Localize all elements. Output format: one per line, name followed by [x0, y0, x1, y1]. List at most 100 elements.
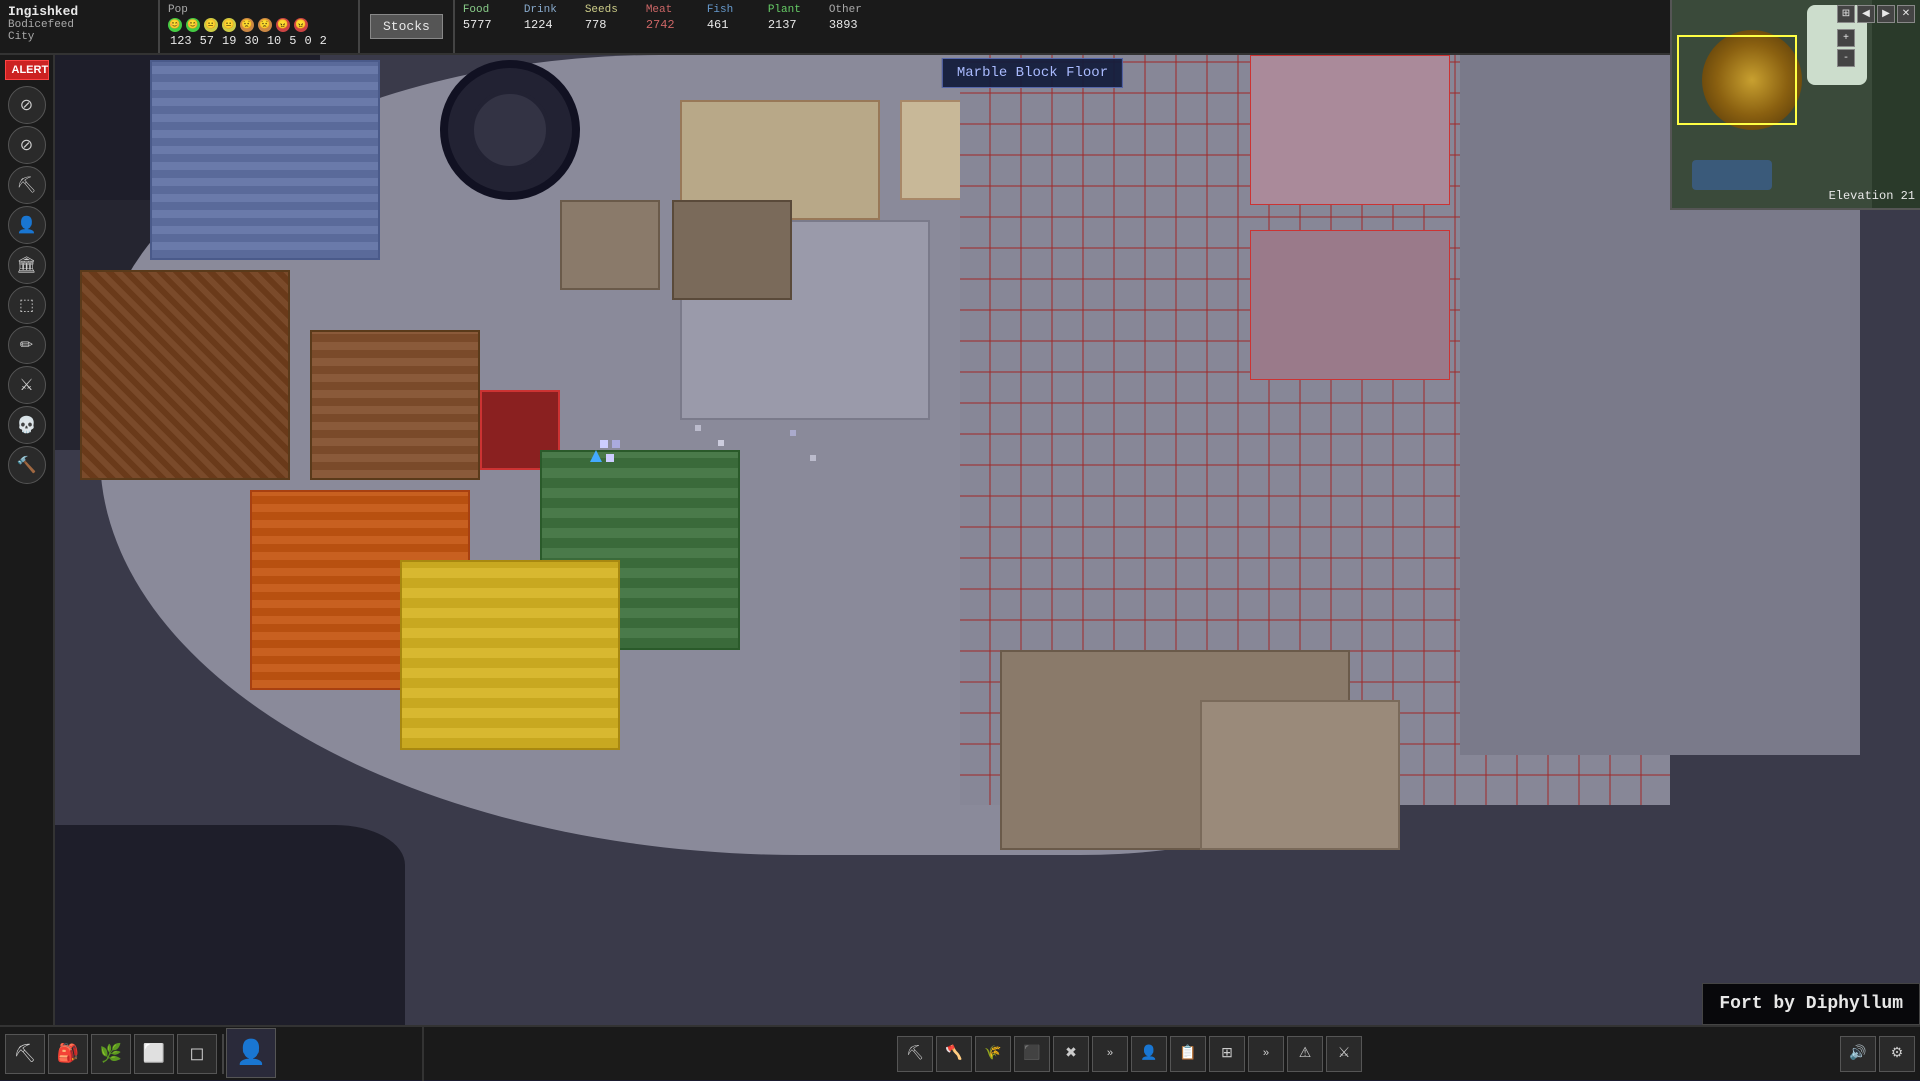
top-hud: Ingishked Bodicefeed City Pop 😊 😊 😐 😐 😟 … — [0, 0, 1920, 55]
zoom-in-btn[interactable]: + — [1837, 29, 1855, 47]
sidebar-designate[interactable]: ✏ — [8, 326, 46, 364]
pop-icon-5: 😟 — [240, 18, 254, 32]
pop-num-2: 57 — [200, 34, 214, 48]
block-icon: ⬜ — [143, 1043, 165, 1065]
elevation-display: Elevation 21 — [1829, 189, 1915, 203]
fort-name: Ingishked — [8, 4, 150, 19]
bldg-lower-right2 — [1200, 700, 1400, 850]
alert-tool-btn[interactable]: ⚠ — [1287, 1036, 1323, 1072]
grid-btn[interactable]: ⊞ — [1209, 1036, 1245, 1072]
minimap-top-controls: ⊞ ◀ ▶ ✕ — [1837, 5, 1915, 23]
br-tool-1-icon: 🔊 — [1849, 1045, 1866, 1062]
plant-label: Plant — [768, 4, 813, 16]
dwarf-portrait-icon: 👤 — [236, 1038, 266, 1068]
fort-credit-text: Fort by Diphyllum — [1719, 994, 1903, 1014]
pop-num-1: 123 — [170, 34, 192, 48]
center-tool-4[interactable]: ⬛ — [1014, 1036, 1050, 1072]
zone-gold-fields — [400, 560, 620, 750]
portrait-tool-btn[interactable]: 👤 — [1131, 1036, 1167, 1072]
zone-brown-sw — [80, 270, 290, 480]
no-symbol-icon-1: ⊘ — [20, 95, 33, 115]
bottom-center-tools: ⛏ 🪓 🌾 ⬛ ✖ » 👤 📋 ⊞ » ⚠ — [424, 1036, 1835, 1072]
minimap-close-btn[interactable]: ✕ — [1897, 5, 1915, 23]
sidebar-workshop[interactable]: 🔨 — [8, 446, 46, 484]
zoom-out-btn[interactable]: - — [1837, 49, 1855, 67]
minimap-grid-btn[interactable]: ⊞ — [1837, 5, 1855, 23]
stocks-section[interactable]: Stocks — [360, 0, 455, 53]
no-symbol-icon-2: ⊘ — [20, 135, 33, 155]
br-tool-1[interactable]: 🔊 — [1840, 1036, 1876, 1072]
sidebar-military[interactable]: ⚔ — [8, 366, 46, 404]
pop-values-row: 😊 😊 😐 😐 😟 😟 😠 😠 — [168, 18, 350, 32]
minimap-prev-btn[interactable]: ◀ — [1857, 5, 1875, 23]
pop-icon-2: 😊 — [186, 18, 200, 32]
sidebar-units[interactable]: 👤 — [8, 206, 46, 244]
food-label: Food — [463, 4, 508, 16]
sidebar-dead[interactable]: 💀 — [8, 406, 46, 444]
tool-block-btn[interactable]: ⬜ — [134, 1034, 174, 1074]
game-map[interactable] — [0, 0, 1920, 1080]
pop-num-7: 0 — [304, 34, 311, 48]
center-tool-3[interactable]: 🌾 — [975, 1036, 1011, 1072]
fort-class: City — [8, 31, 150, 43]
center-tool-2[interactable]: 🪓 — [936, 1036, 972, 1072]
center-tool-5[interactable]: ✖ — [1053, 1036, 1089, 1072]
pop-num-6: 5 — [289, 34, 296, 48]
tool-portrait-area: 👤 — [224, 1026, 424, 1081]
resource-labels: Food Drink Seeds Meat Fish Plant Other — [463, 4, 1760, 16]
workshop-center2 — [672, 200, 792, 300]
sidebar-buildings[interactable]: 🏛 — [8, 246, 46, 284]
center-tool-1[interactable]: ⛏ — [897, 1036, 933, 1072]
tool-pack-btn[interactable]: 🎒 — [48, 1034, 88, 1074]
tool-nature-btn[interactable]: 🌿 — [91, 1034, 131, 1074]
bottom-right-tools: 🔊 ⚙ — [1835, 1036, 1920, 1072]
unit-7 — [810, 455, 816, 461]
pickaxe-icon: ⛏ — [14, 1043, 37, 1065]
zoom-controls: + - — [1837, 29, 1915, 67]
tool-dig-btn[interactable]: ⛏ — [5, 1034, 45, 1074]
more-tools-2-btn[interactable]: » — [1248, 1036, 1284, 1072]
plant-value: 2137 — [768, 18, 813, 32]
sidebar-no-symbol-2[interactable]: ⊘ — [8, 126, 46, 164]
zone-pink-right — [1250, 55, 1450, 205]
stocks-button[interactable]: Stocks — [370, 14, 443, 39]
nature-icon: 🌿 — [100, 1043, 122, 1065]
minimap-water — [1692, 160, 1772, 190]
minimap-next-btn[interactable]: ▶ — [1877, 5, 1895, 23]
selected-unit — [590, 450, 602, 462]
backpack-icon: 🎒 — [57, 1043, 79, 1065]
announcements-btn[interactable]: 📋 — [1170, 1036, 1206, 1072]
tool-erase-btn[interactable]: ◻ — [177, 1034, 217, 1074]
sidebar-dig[interactable]: ⛏ — [8, 166, 46, 204]
more-tools-btn[interactable]: » — [1092, 1036, 1128, 1072]
sidebar-zones[interactable]: ⬚ — [8, 286, 46, 324]
pop-num-3: 19 — [222, 34, 236, 48]
unit-1 — [600, 440, 608, 448]
circular-inner — [470, 90, 550, 170]
br-tool-2-icon: ⚙ — [1891, 1045, 1904, 1062]
resource-values: 5777 1224 778 2742 461 2137 3893 — [463, 18, 1760, 32]
unit-3 — [606, 454, 614, 462]
alert-button[interactable]: ALERT — [5, 60, 49, 80]
circular-building — [440, 60, 580, 200]
more-2-icon: » — [1263, 1048, 1270, 1060]
minimap-viewport — [1677, 35, 1797, 125]
pop-label: Pop — [168, 4, 350, 16]
alert-icon: ⚠ — [1299, 1045, 1312, 1062]
grid-icon: ⊞ — [1221, 1045, 1233, 1062]
unit-2 — [612, 440, 620, 448]
zone-blue-north — [150, 60, 380, 260]
combat-tool-btn[interactable]: ⚔ — [1326, 1036, 1362, 1072]
more-icon: » — [1107, 1048, 1114, 1060]
fish-value: 461 — [707, 18, 752, 32]
other-label: Other — [829, 4, 874, 16]
sidebar-no-symbol-1[interactable]: ⊘ — [8, 86, 46, 124]
br-tool-2[interactable]: ⚙ — [1879, 1036, 1915, 1072]
zone-pink-right2 — [1250, 230, 1450, 380]
fort-type: Bodicefeed — [8, 19, 150, 31]
pop-icon-8: 😠 — [294, 18, 308, 32]
center-tool-5-icon: ✖ — [1065, 1045, 1077, 1062]
portrait-display: 👤 — [226, 1028, 276, 1078]
pop-icon-3: 😐 — [204, 18, 218, 32]
designate-icon: ✏ — [20, 335, 33, 355]
